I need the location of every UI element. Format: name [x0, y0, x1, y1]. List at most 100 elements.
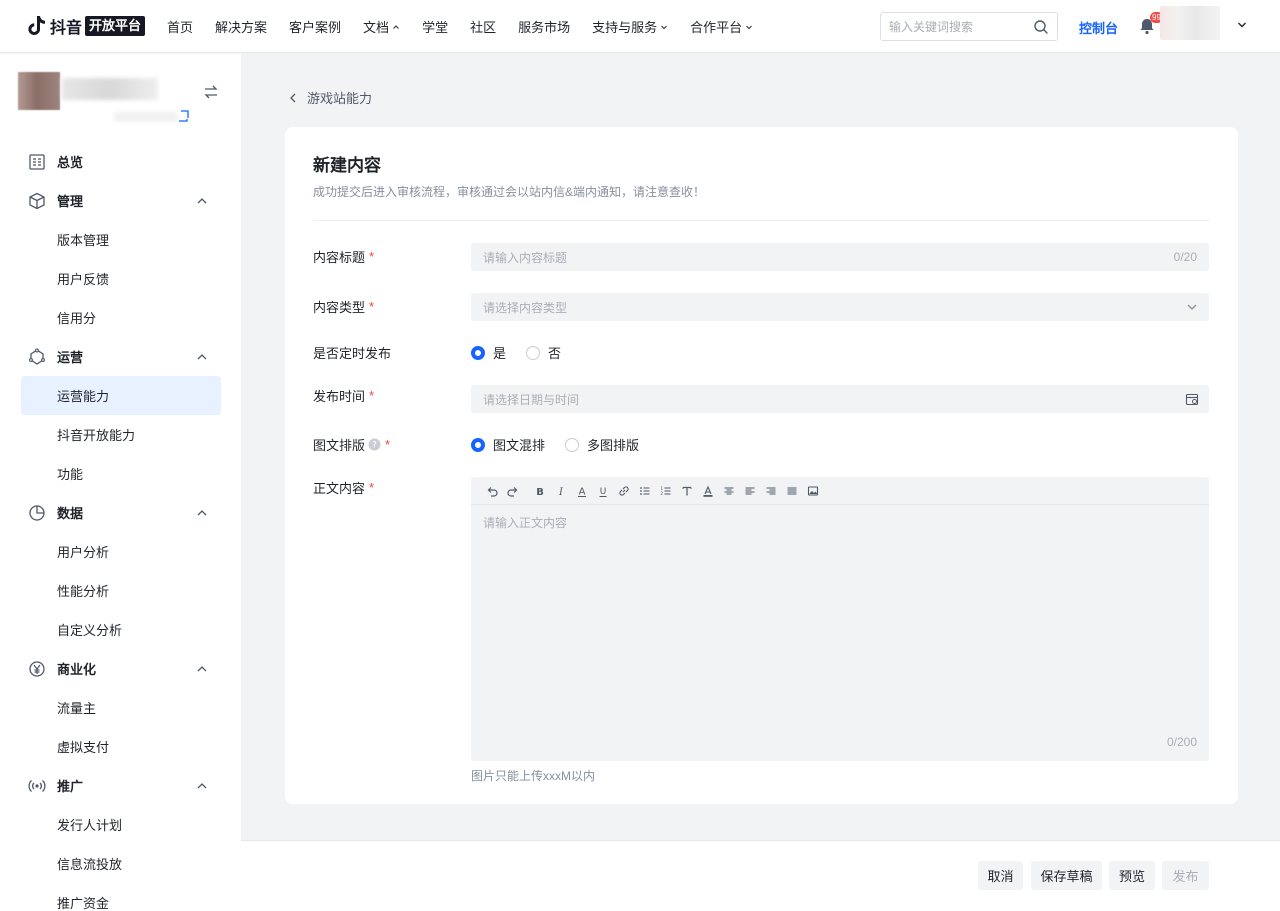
editor-placeholder: 请输入正文内容: [483, 516, 568, 530]
bold-icon[interactable]: B: [529, 481, 550, 501]
sidebar-item[interactable]: 版本管理: [21, 220, 221, 259]
sidebar-item[interactable]: 信用分: [21, 298, 221, 337]
douyin-logo[interactable]: 抖音 开放平台: [28, 14, 146, 38]
rich-text-editor[interactable]: B I A U 12 请输入正文内容 0/200: [471, 477, 1209, 761]
sidebar-group[interactable]: 总览: [0, 142, 241, 181]
layout-radio-mixed[interactable]: 图文混排: [471, 435, 545, 454]
svg-text:B: B: [536, 487, 544, 498]
sidebar-item[interactable]: 运营能力: [21, 376, 221, 415]
sidebar-item[interactable]: 用户分析: [21, 532, 221, 571]
nav-item[interactable]: 社区: [470, 17, 496, 36]
publish-time-picker[interactable]: 请选择日期与时间: [471, 385, 1209, 413]
user-avatar[interactable]: [1160, 6, 1220, 40]
sidebar-item[interactable]: 性能分析: [21, 571, 221, 610]
app-name-redacted: [62, 78, 158, 100]
nav-item[interactable]: 合作平台: [690, 17, 753, 36]
breadcrumb[interactable]: 游戏站能力: [287, 88, 372, 107]
chevron-up-icon[interactable]: [196, 195, 208, 207]
nav-item[interactable]: 解决方案: [215, 17, 267, 36]
sidebar-item[interactable]: 发行人计划: [21, 805, 221, 844]
nav-item[interactable]: 服务市场: [518, 17, 570, 36]
chevron-up-icon[interactable]: [196, 507, 208, 519]
sidebar-group[interactable]: 管理: [0, 181, 241, 220]
chevron-down-icon[interactable]: [1185, 300, 1199, 314]
numbered-list-icon[interactable]: 12: [655, 481, 676, 501]
sidebar-group-label: 数据: [57, 506, 84, 521]
switch-app-icon[interactable]: [203, 84, 219, 100]
align-left-icon[interactable]: [739, 481, 760, 501]
font-color-icon[interactable]: A: [571, 481, 592, 501]
search-box[interactable]: [880, 12, 1058, 41]
divider: [313, 220, 1209, 221]
logo-badge: 开放平台: [85, 16, 146, 36]
preview-button[interactable]: 预览: [1109, 861, 1155, 890]
layout-radio-multi-image[interactable]: 多图排版: [565, 435, 639, 454]
sidebar-group[interactable]: 商业化: [0, 649, 241, 688]
layout-radio-group: 图文混排 多图排版: [471, 435, 659, 454]
sidebar-item[interactable]: 信息流投放: [21, 844, 221, 883]
radio-checked[interactable]: [471, 437, 485, 452]
sidebar-item[interactable]: 抖音开放能力: [21, 415, 221, 454]
save-draft-button[interactable]: 保存草稿: [1031, 861, 1102, 890]
chevron-up-icon[interactable]: [196, 663, 208, 675]
app-card[interactable]: [18, 72, 198, 132]
content-title-label: 内容标题 *: [313, 247, 374, 266]
sidebar-item[interactable]: 功能: [21, 454, 221, 493]
redo-icon[interactable]: [502, 481, 523, 501]
publish-button[interactable]: 发布: [1162, 861, 1209, 890]
radio-unchecked[interactable]: [526, 345, 541, 360]
scheduled-radio-no[interactable]: 否: [526, 343, 561, 362]
nav-item[interactable]: 支持与服务: [592, 17, 668, 36]
yen-icon: [29, 660, 45, 677]
radio-checked[interactable]: [471, 345, 485, 360]
copy-icon[interactable]: [178, 110, 190, 122]
sidebar-item[interactable]: 推广资金: [21, 883, 221, 911]
content-title-input[interactable]: 请输入内容标题 0/20: [471, 243, 1209, 271]
nav-item[interactable]: 文档: [363, 17, 400, 36]
content-title-label-text: 内容标题: [313, 250, 366, 265]
radio-unchecked[interactable]: [565, 437, 580, 452]
link-icon[interactable]: [613, 481, 634, 501]
sidebar-item[interactable]: 自定义分析: [21, 610, 221, 649]
breadcrumb-back-label[interactable]: 游戏站能力: [307, 88, 372, 107]
content-type-select[interactable]: 请选择内容类型: [471, 293, 1209, 321]
nav-item-label: 支持与服务: [592, 20, 658, 35]
text-style-icon[interactable]: [676, 481, 697, 501]
help-icon[interactable]: ?: [368, 438, 381, 451]
required-mark: *: [385, 437, 391, 452]
cancel-button[interactable]: 取消: [978, 861, 1023, 890]
sidebar-group[interactable]: 推广: [0, 766, 241, 805]
underline-icon[interactable]: U: [592, 481, 613, 501]
nav-item[interactable]: 学堂: [422, 17, 448, 36]
undo-icon[interactable]: [481, 481, 502, 501]
sidebar-item[interactable]: 用户反馈: [21, 259, 221, 298]
search-input[interactable]: [889, 19, 1029, 34]
chevron-up-icon[interactable]: [196, 780, 208, 792]
required-mark: *: [369, 249, 375, 264]
image-icon[interactable]: [802, 481, 823, 501]
search-icon[interactable]: [1033, 19, 1049, 35]
align-justify-icon[interactable]: [781, 481, 802, 501]
sidebar-item[interactable]: 虚拟支付: [21, 727, 221, 766]
nav-item[interactable]: 首页: [167, 17, 193, 36]
calendar-icon[interactable]: [1185, 392, 1199, 406]
sidebar-group[interactable]: 数据: [0, 493, 241, 532]
sidebar-group[interactable]: 运营: [0, 337, 241, 376]
scheduled-radio-yes[interactable]: 是: [471, 343, 506, 362]
highlight-icon[interactable]: [697, 481, 718, 501]
chevron-left-icon[interactable]: [287, 92, 299, 104]
nav-item-label: 社区: [470, 20, 497, 35]
nav-item-label: 首页: [167, 20, 194, 35]
align-right-icon[interactable]: [760, 481, 781, 501]
console-link[interactable]: 控制台: [1079, 18, 1118, 37]
scheduled-radio-group: 是 否: [471, 343, 581, 362]
sidebar-item[interactable]: 流量主: [21, 688, 221, 727]
italic-icon[interactable]: I: [550, 481, 571, 501]
chevron-down-icon[interactable]: [1237, 20, 1247, 30]
nav-item[interactable]: 客户案例: [289, 17, 341, 36]
required-mark: *: [369, 480, 375, 495]
chevron-up-icon[interactable]: [196, 351, 208, 363]
bullet-list-icon[interactable]: [634, 481, 655, 501]
editor-counter: 0/200: [1166, 735, 1197, 749]
align-center-icon[interactable]: [718, 481, 739, 501]
